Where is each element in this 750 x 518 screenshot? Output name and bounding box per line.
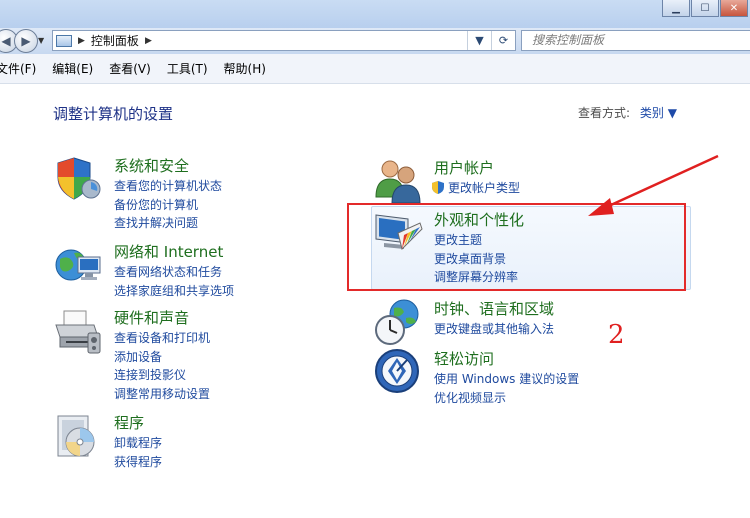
- back-arrow-icon: ◀: [1, 34, 11, 48]
- users-icon[interactable]: [374, 157, 424, 207]
- network-globe-icon[interactable]: [54, 241, 104, 291]
- annotation-number: 2: [608, 320, 625, 350]
- menu-file[interactable]: 文件(F): [0, 60, 36, 77]
- category-title[interactable]: 用户帐户: [434, 157, 494, 178]
- printer-icon[interactable]: [54, 307, 104, 357]
- category-title[interactable]: 系统和安全: [114, 155, 189, 176]
- menu-help[interactable]: 帮助(H): [224, 60, 266, 77]
- view-by: 查看方式: 类别 ▼: [578, 104, 677, 121]
- control-panel-icon: [56, 34, 72, 47]
- menu-view[interactable]: 查看(V): [109, 60, 151, 77]
- ease-of-access-icon[interactable]: [374, 348, 424, 398]
- window-title-bar: ▁ ☐ ✕: [0, 0, 750, 28]
- link-troubleshoot[interactable]: 查找并解决问题: [114, 214, 222, 233]
- category-title[interactable]: 网络和 Internet: [114, 241, 223, 262]
- link-devices-printers[interactable]: 查看设备和打印机: [114, 329, 210, 348]
- page-title: 调整计算机的设置: [53, 105, 174, 123]
- category-title[interactable]: 时钟、语言和区域: [434, 298, 554, 319]
- breadcrumb-separator-icon[interactable]: ▶: [78, 36, 85, 46]
- window-controls: ▁ ☐ ✕: [662, 0, 750, 18]
- view-by-dropdown[interactable]: 类别 ▼: [640, 106, 677, 120]
- link-change-keyboard-input[interactable]: 更改键盘或其他输入法: [434, 320, 554, 339]
- annotation-arrow-icon: [588, 154, 719, 216]
- menu-tools[interactable]: 工具(T): [167, 60, 208, 77]
- menu-edit[interactable]: 编辑(E): [52, 60, 93, 77]
- breadcrumb-separator-icon[interactable]: ▶: [145, 36, 152, 46]
- link-mobility-settings[interactable]: 调整常用移动设置: [114, 385, 210, 404]
- link-homegroup[interactable]: 选择家庭组和共享选项: [114, 282, 234, 301]
- minimize-icon: ▁: [672, 2, 680, 14]
- close-button[interactable]: ✕: [720, 0, 748, 17]
- forward-arrow-icon: ▶: [21, 34, 31, 48]
- breadcrumb-control-panel[interactable]: 控制面板: [91, 32, 139, 49]
- maximize-button[interactable]: ☐: [691, 0, 719, 17]
- recent-pages-chevron-icon[interactable]: ▼: [38, 36, 44, 45]
- category-title[interactable]: 程序: [114, 412, 144, 433]
- address-bar[interactable]: ▶ 控制面板 ▶ ▼ ⟳: [52, 30, 516, 51]
- link-uninstall-program[interactable]: 卸载程序: [114, 434, 162, 453]
- link-optimize-visual-display[interactable]: 优化视频显示: [434, 389, 579, 408]
- minimize-button[interactable]: ▁: [662, 0, 690, 17]
- category-title[interactable]: 硬件和声音: [114, 307, 189, 328]
- forward-button[interactable]: ▶: [14, 29, 38, 53]
- link-windows-recommended-settings[interactable]: 使用 Windows 建议的设置: [434, 370, 579, 389]
- link-get-programs[interactable]: 获得程序: [114, 453, 162, 472]
- navigation-bar: ◀ ▶ ▼ ▶ 控制面板 ▶ ▼ ⟳ 搜索控制面板: [0, 28, 750, 54]
- menu-bar: 文件(F) 编辑(E) 查看(V) 工具(T) 帮助(H): [0, 54, 750, 84]
- close-icon: ✕: [729, 2, 739, 14]
- search-input[interactable]: 搜索控制面板: [521, 30, 750, 51]
- link-connect-projector[interactable]: 连接到投影仪: [114, 366, 210, 385]
- uac-shield-icon: [432, 181, 444, 194]
- link-change-account-type-label: 更改帐户类型: [448, 181, 521, 195]
- category-title[interactable]: 轻松访问: [434, 348, 494, 369]
- link-check-computer-status[interactable]: 查看您的计算机状态: [114, 177, 222, 196]
- link-add-device[interactable]: 添加设备: [114, 348, 210, 367]
- address-dropdown-icon[interactable]: ▼: [467, 31, 491, 50]
- maximize-icon: ☐: [700, 2, 710, 14]
- shield-icon[interactable]: [54, 155, 104, 205]
- link-change-account-type[interactable]: 更改帐户类型: [432, 179, 520, 198]
- refresh-icon[interactable]: ⟳: [491, 31, 515, 50]
- programs-disc-icon[interactable]: [54, 412, 104, 462]
- link-network-status[interactable]: 查看网络状态和任务: [114, 263, 234, 282]
- view-by-label: 查看方式:: [578, 106, 631, 120]
- clock-globe-icon[interactable]: [374, 298, 424, 348]
- link-backup-computer[interactable]: 备份您的计算机: [114, 196, 222, 215]
